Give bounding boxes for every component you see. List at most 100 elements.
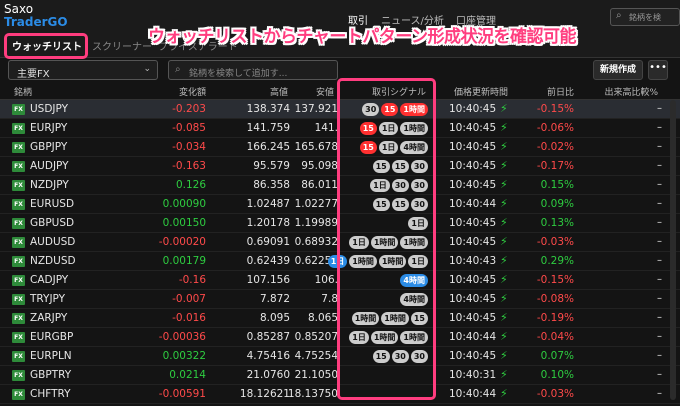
row-symbol: AUDJPY [30,160,69,172]
row-symbol: USDJPY [30,103,69,115]
new-list-button[interactable]: 新規作成 [593,60,643,80]
row-volume-compare: – [657,293,662,304]
row-symbol: EURJPY [30,122,68,134]
row-high: 95.579 [253,160,290,172]
bolt-icon: ⚡ [500,178,508,191]
symbol-search-placeholder: 銘柄を検索して追加す... [189,69,288,79]
row-symbol: GBPTRY [30,369,72,381]
row-low: 21.1050 [294,369,338,381]
row-update-time: 10:40:45 [449,160,497,172]
row-high: 1.02487 [246,198,290,210]
col-update-time[interactable]: 価格更新時間 [454,85,508,98]
symbol-search-input[interactable]: ⌕ 銘柄を検索して追加す... [168,60,338,80]
bolt-icon: ⚡ [500,292,508,305]
row-change: 0.00322 [162,350,206,362]
row-daily-change: -0.04% [536,331,574,343]
fx-badge-icon: FX [12,294,25,305]
row-volume-compare: – [657,255,662,266]
row-low: 95.098 [301,160,338,172]
row-symbol: EURPLN [30,350,72,362]
row-volume-compare: – [657,160,662,171]
header-search-input[interactable]: ⌕ 銘柄を検 [610,8,680,26]
fx-badge-icon: FX [12,370,25,381]
bolt-icon: ⚡ [500,273,508,286]
row-update-time: 10:40:45 [449,350,497,362]
row-symbol: GBPUSD [30,217,75,229]
fx-badge-icon: FX [12,161,25,172]
header-search-placeholder: 銘柄を検 [629,13,661,22]
row-low: 18.13750 [287,388,338,400]
list-select-dropdown[interactable]: 主要FX ⌄ [8,60,158,80]
row-high: 0.62439 [246,255,290,267]
fx-badge-icon: FX [12,123,25,134]
row-change: 0.00090 [162,198,206,210]
fx-badge-icon: FX [12,332,25,343]
row-update-time: 10:40:44 [449,331,497,343]
row-daily-change: 0.10% [540,369,574,381]
row-update-time: 10:40:45 [449,141,497,153]
bolt-icon: ⚡ [500,387,508,400]
row-symbol: TRYJPY [30,293,66,305]
row-daily-change: -0.15% [536,274,574,286]
row-high: 141.759 [246,122,290,134]
row-update-time: 10:40:43 [449,255,497,267]
row-high: 7.872 [259,293,290,305]
row-volume-compare: – [657,179,662,190]
more-options-button[interactable]: ••• [648,60,668,80]
logo-tradergo: TraderGO [4,15,68,29]
vertical-scrollbar[interactable] [670,100,676,400]
row-low: 0.68932 [294,236,338,248]
row-symbol: AUDUSD [30,236,76,248]
row-volume-compare: – [657,388,662,399]
row-symbol: GBPJPY [30,141,68,153]
row-low: 4.75254 [294,350,338,362]
col-change[interactable]: 変化額 [179,85,206,98]
row-high: 0.85287 [246,331,290,343]
row-low: 141. [314,122,338,134]
row-low: 86.011 [301,179,338,191]
row-change: -0.034 [172,141,206,153]
row-update-time: 10:40:45 [449,103,497,115]
row-update-time: 10:40:45 [449,217,497,229]
row-high: 107.156 [246,274,290,286]
fx-badge-icon: FX [12,275,25,286]
fx-badge-icon: FX [12,180,25,191]
row-high: 166.245 [246,141,290,153]
bolt-icon: ⚡ [500,330,508,343]
row-daily-change: 0.29% [540,255,574,267]
row-daily-change: -0.06% [536,122,574,134]
row-symbol: NZDUSD [30,255,76,267]
row-high: 21.0760 [246,369,290,381]
list-select-value: 主要FX [17,69,50,80]
row-change: -0.203 [172,103,206,115]
row-volume-compare: – [657,331,662,342]
bolt-icon: ⚡ [500,311,508,324]
tab-screener[interactable]: スクリーナー [92,38,152,53]
row-update-time: 10:40:45 [449,293,497,305]
logo-saxo: Saxo [4,2,34,16]
col-low[interactable]: 安値 [316,85,334,98]
row-low: 7.8 [321,293,338,305]
row-volume-compare: – [657,217,662,228]
col-high[interactable]: 高値 [270,85,288,98]
row-daily-change: 0.09% [540,198,574,210]
row-volume-compare: – [657,350,662,361]
row-volume-compare: – [657,312,662,323]
row-change: 0.0214 [169,369,206,381]
search-icon: ⌕ [175,64,181,75]
row-volume-compare: – [657,103,662,114]
col-symbol[interactable]: 銘柄 [14,85,32,98]
bolt-icon: ⚡ [500,254,508,267]
bolt-icon: ⚡ [500,159,508,172]
bolt-icon: ⚡ [500,140,508,153]
row-low: 106. [314,274,338,286]
row-daily-change: -0.08% [536,293,574,305]
col-daily-change[interactable]: 前日比 [547,85,574,98]
row-symbol: CADJPY [30,274,69,286]
col-volume-compare[interactable]: 出来高比較% [604,85,658,98]
fx-badge-icon: FX [12,256,25,267]
fx-badge-icon: FX [12,142,25,153]
row-low: 0.85207 [294,331,338,343]
row-high: 1.20178 [246,217,290,229]
row-high: 18.12621 [239,388,290,400]
